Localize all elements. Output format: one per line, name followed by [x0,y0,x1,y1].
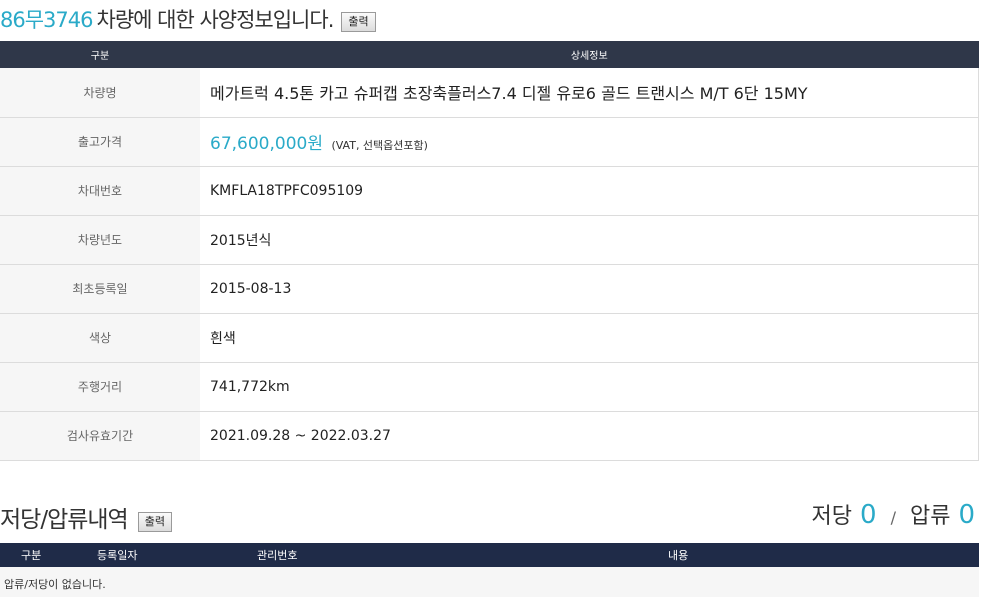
lien-counts: 저당 0 / 압류 0 [812,498,975,530]
table-row: 차량년도 2015년식 [0,215,979,265]
table-row: 차량명 메가트럭 4.5톤 카고 슈퍼캡 초장축플러스7.4 디젤 유로6 골드… [0,68,979,118]
col-category: 구분 [0,41,200,68]
price-note: (VAT, 선택옵션포함) [331,139,428,152]
row-label-model-year: 차량년도 [0,215,200,265]
plate-number: 86무3746 [0,8,93,32]
row-label-vehicle-name: 차량명 [0,68,200,118]
seizure-label: 압류 [909,504,951,529]
spec-title-text: 차량에 대한 사양정보입니다. [96,8,335,32]
row-label-vin: 차대번호 [0,166,200,216]
table-row: 최초등록일 2015-08-13 [0,264,979,314]
spec-title: 86무3746 차량에 대한 사양정보입니다. 출력 [0,4,376,34]
table-row: 차대번호 KMFLA18TPFC095109 [0,166,979,216]
table-row: 검사유효기간 2021.09.28 ~ 2022.03.27 [0,411,979,461]
table-row: 색상 흰색 [0,313,979,363]
price-value: 67,600,000원 [210,134,323,154]
col-lien-date: 등록일자 [97,549,138,562]
row-label-price: 출고가격 [0,117,200,167]
vin-value: KMFLA18TPFC095109 [200,166,979,216]
lien-table-header: 구분 등록일자 관리번호 내용 [0,543,979,567]
mortgage-count: 0 [860,500,877,530]
inspection-period-value: 2021.09.28 ~ 2022.03.27 [200,411,979,461]
col-lien-content: 내용 [668,549,689,562]
print-spec-button[interactable]: 출력 [341,12,376,32]
row-label-color: 색상 [0,313,200,363]
lien-title: 저당/압류내역 출력 [0,500,172,534]
lien-title-text: 저당/압류내역 [0,507,129,533]
table-row: 출고가격 67,600,000원 (VAT, 선택옵션포함) [0,117,979,167]
row-label-mileage: 주행거리 [0,362,200,412]
spec-table-header: 구분 상세정보 [0,41,979,68]
first-registration-value: 2015-08-13 [200,264,979,314]
vehicle-name-value: 메가트럭 4.5톤 카고 슈퍼캡 초장축플러스7.4 디젤 유로6 골드 트랜시… [200,68,979,118]
col-lien-management-number: 관리번호 [257,549,298,562]
color-value: 흰색 [200,313,979,363]
lien-empty-message: 압류/저당이 없습니다. [0,567,979,597]
col-lien-category: 구분 [21,549,42,562]
col-detail: 상세정보 [200,41,979,68]
count-separator: / [890,508,896,527]
print-lien-button[interactable]: 출력 [137,512,172,532]
spec-table: 구분 상세정보 차량명 메가트럭 4.5톤 카고 슈퍼캡 초장축플러스7.4 디… [0,41,979,461]
price-cell: 67,600,000원 (VAT, 선택옵션포함) [200,117,979,167]
seizure-count: 0 [958,500,975,530]
mileage-value: 741,772km [200,362,979,412]
table-row: 주행거리 741,772km [0,362,979,412]
model-year-value: 2015년식 [200,215,979,265]
row-label-first-registration: 최초등록일 [0,264,200,314]
mortgage-label: 저당 [811,504,853,529]
row-label-inspection-period: 검사유효기간 [0,411,200,461]
